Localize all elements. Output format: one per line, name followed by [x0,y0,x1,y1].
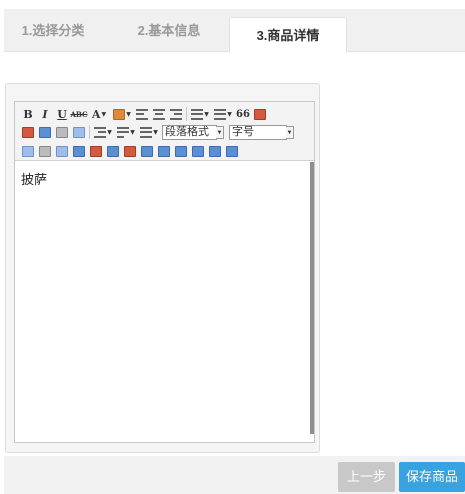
image-icon [254,108,266,120]
line-spacing-button[interactable]: ▼ [116,125,136,139]
font-size-value: 字号 [232,125,254,138]
unordered-list-button[interactable]: ▼ [190,107,210,121]
rich-text-editor: B I U ABC A ▼ ▼ ▼ ▼ 66 ▼ ▼ ▼ 段落格式 ▼ 字号 ▼… [14,101,315,443]
merge-cells-button[interactable] [123,144,137,158]
align-right-icon [170,108,182,120]
toolbar-row-2: ▼ ▼ ▼ 段落格式 ▼ 字号 ▼ [21,123,294,141]
numbered-list-icon [214,108,227,120]
merge-right-button[interactable] [157,144,171,158]
align-left-icon [136,108,148,120]
split-cells-button[interactable] [140,144,154,158]
details-panel: B I U ABC A ▼ ▼ ▼ ▼ 66 ▼ ▼ ▼ 段落格式 ▼ 字号 ▼… [5,83,320,453]
italic-button[interactable]: I [38,107,52,121]
dropdown-arrow-icon: ▼ [227,110,232,118]
font-color-button[interactable]: A ▼ [89,107,109,121]
font-color-icon: A [91,107,101,121]
eraser-icon [73,126,85,138]
delete-column-icon [107,145,119,157]
dropdown-arrow-icon: ▼ [130,128,135,136]
tab-basic-info[interactable]: 2.基本信息 [110,9,228,52]
editor-text: 披萨 [21,172,48,187]
editor-toolbar: B I U ABC A ▼ ▼ ▼ ▼ 66 ▼ ▼ ▼ 段落格式 ▼ 字号 ▼ [15,102,314,161]
action-bar [4,456,465,494]
dropdown-arrow-icon: ▼ [107,128,112,136]
chevron-down-icon: ▼ [216,125,224,139]
page: 1.选择分类 2.基本信息 3.商品详情 B I U ABC A▼ ▼ ▼ ▼ [0,0,465,494]
insert-link-button[interactable] [55,125,69,139]
font-size-select[interactable]: 字号 ▼ [229,124,294,140]
delete-table-button[interactable] [225,144,239,158]
save-product-button[interactable]: 保存商品 [399,462,465,492]
toolbar-separator [186,107,187,121]
toolbar-row-3 [21,142,239,160]
delete-table-icon [226,145,238,157]
blockquote-button[interactable]: 66 [236,107,250,121]
highlight-color-button[interactable]: ▼ [112,107,132,121]
insert-column-icon [90,145,102,157]
link-icon [56,126,68,138]
align-center-icon [153,108,165,120]
strikethrough-button[interactable]: ABC [70,107,87,121]
ordered-list-button[interactable]: ▼ [213,107,233,121]
bold-button[interactable]: B [21,107,35,121]
highlight-icon [113,108,126,120]
paragraph-format-select[interactable]: 段落格式 ▼ [162,124,224,140]
delete-row-button[interactable] [72,144,86,158]
paragraph-format-value: 段落格式 [165,125,209,138]
insert-image-button[interactable] [253,107,267,121]
tab-choose-category[interactable]: 1.选择分类 [4,9,102,52]
insert-picture-button[interactable] [21,125,35,139]
chevron-down-icon: ▼ [286,125,294,139]
dropdown-arrow-icon: ▼ [101,110,107,118]
split-rows-button[interactable] [191,144,205,158]
table-properties-button[interactable] [38,144,52,158]
prev-step-button[interactable]: 上一步 [338,462,395,492]
insert-video-button[interactable] [38,125,52,139]
align-center-button[interactable] [152,107,166,121]
merge-right-icon [158,145,170,157]
indent-icon [94,126,107,138]
merge-down-button[interactable] [174,144,188,158]
editor-scrollbar[interactable] [310,162,314,434]
insert-row-button[interactable] [55,144,69,158]
picture-icon [22,126,34,138]
merge-cells-icon [124,145,136,157]
row-spacing-button[interactable]: ▼ [139,125,159,139]
editor-content-area[interactable]: 披萨 [15,162,310,442]
clear-format-button[interactable] [72,125,86,139]
insert-row-icon [56,145,68,157]
align-right-button[interactable] [169,107,183,121]
indent-button[interactable]: ▼ [93,125,113,139]
merge-down-icon [175,145,187,157]
line-spacing-icon [117,126,130,138]
split-rows-icon [192,145,204,157]
split-cells-icon [141,145,153,157]
split-columns-icon [209,145,221,157]
bullet-list-icon [191,108,204,120]
table-properties-icon [39,145,51,157]
video-icon [39,126,51,138]
toolbar-row-1: B I U ABC A ▼ ▼ ▼ ▼ 66 [21,105,267,123]
delete-column-button[interactable] [106,144,120,158]
dropdown-arrow-icon: ▼ [204,110,209,118]
toolbar-separator [89,125,90,139]
insert-column-button[interactable] [89,144,103,158]
dropdown-arrow-icon: ▼ [126,110,131,118]
tab-product-details[interactable]: 3.商品详情 [229,17,347,53]
insert-table-button[interactable] [21,144,35,158]
delete-row-icon [73,145,85,157]
row-spacing-icon [140,126,153,138]
table-icon [22,145,34,157]
underline-button[interactable]: U [55,107,69,121]
split-columns-button[interactable] [208,144,222,158]
dropdown-arrow-icon: ▼ [153,128,158,136]
align-left-button[interactable] [135,107,149,121]
step-tabs: 1.选择分类 2.基本信息 3.商品详情 [4,9,465,53]
